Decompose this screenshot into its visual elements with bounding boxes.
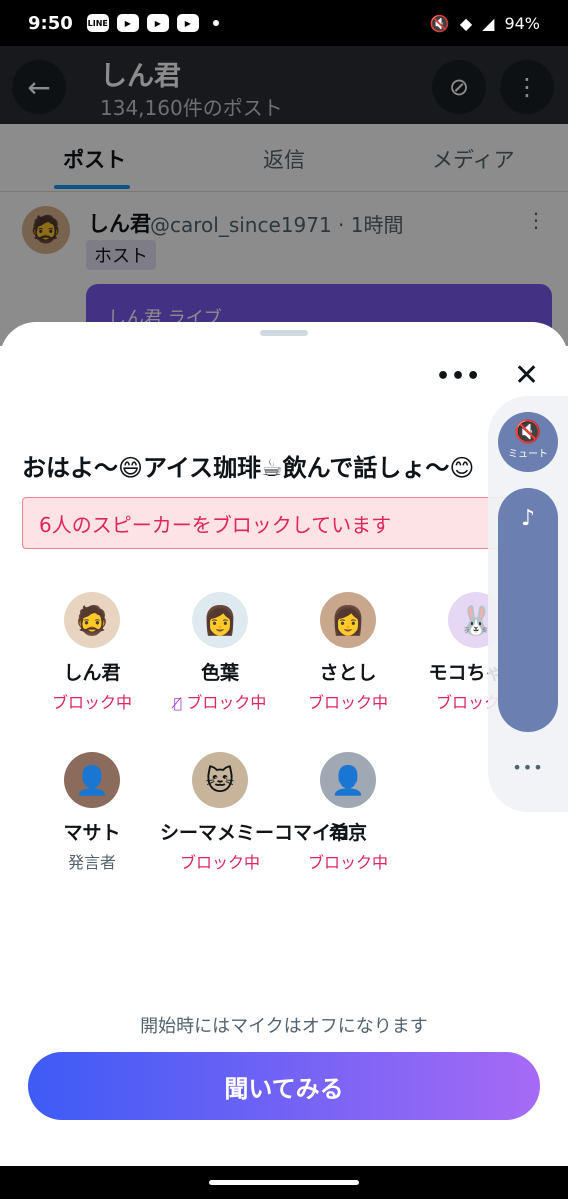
status-right: 🔇 ◆ ◢ 94% [430,14,540,33]
drag-handle[interactable] [260,330,308,336]
avatar[interactable]: 👩 [320,592,376,648]
side-more-icon[interactable]: ••• [488,758,568,777]
youtube-icon: ▶ [146,14,169,32]
battery-percent: 94% [504,13,540,33]
mute-label: ミュート [508,449,548,460]
vibrate-off-icon: 🔇 [429,13,450,33]
speaker-blocked-status: ブロック中 [160,849,280,873]
mic-off-note: 開始時にはマイクはオフになります [140,1016,428,1037]
speaker-name: 色葉 [200,662,239,684]
speaker-status-text: ブロック中 [186,693,267,712]
speaker-item[interactable]: 🧔 しん君ブロック中 [32,592,152,713]
speaker-status-text: ブロック中 [51,693,132,712]
speaker-role: 発言者 [32,849,152,873]
wifi-icon: ◆ [459,13,473,33]
speaker-item[interactable]: 👤 マサト発言者 [32,752,152,873]
avatar[interactable]: 🐱 [192,752,248,808]
signal-icon: ◢ [482,13,495,33]
volume-slider[interactable]: ♪ [498,488,558,732]
notification-dot [212,20,219,26]
speaker-blocked-status: ブロック中 [288,689,408,713]
system-nav-bar [0,1166,568,1199]
music-note-icon: ♪ [520,506,536,531]
speaker-blocked-status: 🎙̸ ブロック中 [160,689,280,713]
speaker-muted-icon: 🔇 [514,420,542,445]
speaker-name: さとし [319,662,377,684]
blocked-speakers-banner: 6人のスピーカーをブロックしています [22,497,546,549]
speaker-name: 希京 [328,822,367,844]
speaker-item[interactable]: 👤 希京ブロック中 [288,752,408,873]
space-title: おはよ〜😄アイス珈琲☕飲んで話しょ〜😊 [22,454,475,482]
avatar[interactable]: 👩 [192,592,248,648]
line-icon: LINE [86,14,109,32]
speaker-name: シーマメミーコマイコ [160,822,351,844]
avatar[interactable]: 🧔 [64,592,120,648]
avatar[interactable]: 👤 [320,752,376,808]
mute-button[interactable]: 🔇 ミュート [498,412,558,472]
speaker-blocked-status: ブロック中 [32,689,152,713]
youtube-icon: ▶ [176,14,199,32]
more-horizontal-icon[interactable]: ••• [436,364,481,389]
listen-button[interactable]: 聞いてみる [28,1052,540,1120]
speaker-item[interactable]: 👩 さとしブロック中 [288,592,408,713]
mic-off-icon: 🎙̸ [173,696,187,712]
speaker-item[interactable]: 🐱 シーマメミーコマイコブロック中 [160,752,351,873]
speaker-status-text: ブロック中 [307,853,388,872]
speaker-blocked-status: ブロック中 [288,849,408,873]
clock: 9:50 [28,12,73,34]
side-controls: 🔇 ミュート ♪ ••• [488,396,568,812]
avatar[interactable]: 👤 [64,752,120,808]
youtube-icon: ▶ [116,14,139,32]
banner-text: 6人のスピーカーをブロックしています [39,512,392,537]
speaker-name: しん君 [63,662,121,684]
speaker-status-text: 発言者 [67,853,116,872]
speaker-status-text: ブロック中 [179,853,260,872]
status-bar: 9:50 LINE ▶ ▶ ▶ 🔇 ◆ ◢ 94% [0,0,568,46]
speaker-status-text: ブロック中 [307,693,388,712]
speaker-name: マサト [63,822,121,844]
overlay-scrim[interactable] [0,46,568,346]
close-icon[interactable]: ✕ [514,358,539,393]
speaker-item[interactable]: 👩 色葉 🎙̸ ブロック中 [160,592,280,713]
space-sheet: ••• ✕ おはよ〜😄アイス珈琲☕飲んで話しょ〜😊 6人のスピーカーをブロックし… [0,322,568,1166]
home-gesture-pill[interactable] [209,1180,359,1185]
